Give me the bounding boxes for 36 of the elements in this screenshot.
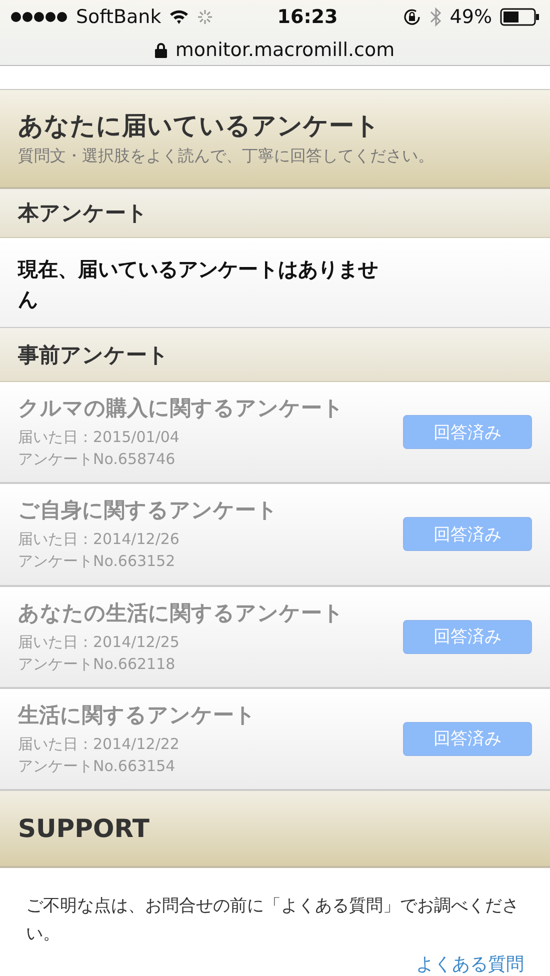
survey-date: 届いた日：2014/12/25 — [18, 632, 180, 653]
support-heading: SUPPORT — [0, 790, 550, 868]
faq-link[interactable]: よくある質問 — [416, 952, 524, 976]
url-text[interactable]: monitor.macromill.com — [175, 38, 395, 60]
wifi-icon — [169, 9, 190, 25]
survey-number: アンケートNo.658746 — [18, 449, 176, 470]
section-heading: 事前アンケート — [0, 328, 550, 382]
survey-date: 届いた日：2014/12/22 — [18, 734, 180, 755]
loading-spinner-icon — [197, 9, 214, 25]
rotation-lock-icon — [402, 7, 422, 27]
page-subtitle: 質問文・選択肢をよく読んで、丁寧に回答してください。 — [18, 146, 435, 168]
carrier-name: SoftBank — [76, 6, 162, 28]
section-heading: 本アンケート — [0, 188, 550, 238]
survey-date: 届いた日：2015/01/04 — [18, 427, 180, 448]
answered-button[interactable]: 回答済み — [403, 415, 532, 450]
answered-button[interactable]: 回答済み — [403, 517, 532, 552]
answered-button[interactable]: 回答済み — [403, 722, 532, 756]
survey-date: 届いた日：2014/12/26 — [18, 529, 180, 550]
survey-title: ご自身に関するアンケート — [18, 497, 279, 524]
survey-number: アンケートNo.662118 — [18, 654, 176, 675]
lock-icon — [155, 42, 168, 58]
survey-row[interactable]: あなたの生活に関するアンケート 届いた日：2014/12/25 アンケートNo.662118 回答済み — [0, 586, 550, 689]
survey-number: アンケートNo.663154 — [18, 756, 176, 777]
survey-title: クルマの購入に関するアンケート — [18, 395, 345, 422]
battery-icon — [500, 8, 540, 26]
survey-row[interactable]: 生活に関するアンケート 届いた日：2014/12/22 アンケートNo.663154 回答済み — [0, 688, 550, 791]
battery-percent: 49% — [450, 6, 492, 28]
page-title: あなたに届いているアンケート — [18, 110, 381, 142]
survey-title: あなたの生活に関するアンケート — [18, 600, 345, 627]
support-text: ご不明な点は、お問合せの前に「よくある質問」でお調べください。 — [26, 895, 520, 946]
bluetooth-icon — [430, 7, 442, 27]
signal-icon — [10, 11, 68, 23]
clock-time: 16:23 — [277, 6, 338, 28]
survey-title: 生活に関するアンケート — [18, 702, 257, 729]
answered-button[interactable]: 回答済み — [403, 620, 532, 654]
survey-number: アンケートNo.663152 — [18, 551, 176, 572]
